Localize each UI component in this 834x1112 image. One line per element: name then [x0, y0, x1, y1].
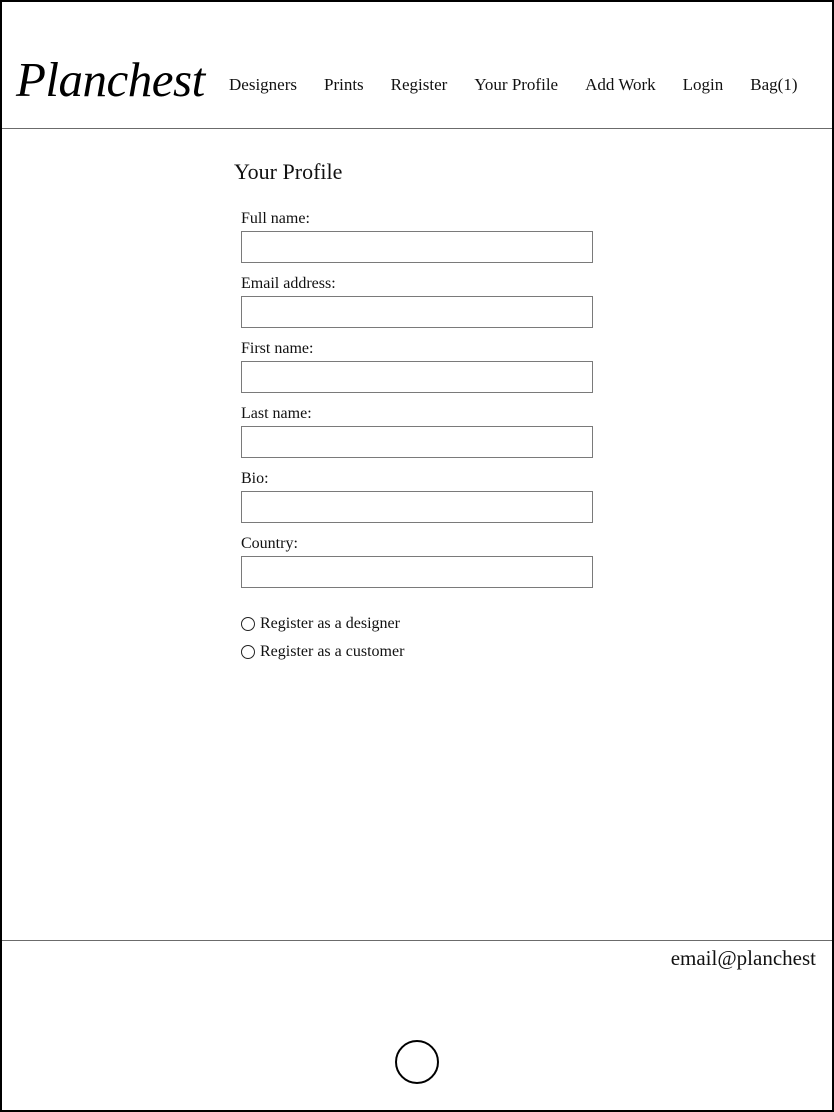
profile-page: Your Profile Full name: Email address: F… — [2, 129, 832, 939]
email-field: Email address: — [241, 273, 595, 338]
customer-radio-label[interactable]: Register as a customer — [260, 641, 404, 663]
bio-input[interactable] — [241, 491, 593, 523]
last-name-field: Last name: — [241, 403, 595, 468]
page-title: Your Profile — [234, 159, 343, 184]
customer-option[interactable]: Register as a customer — [241, 638, 595, 666]
bio-field: Bio: — [241, 468, 595, 533]
nav-item-your-profile[interactable]: Your Profile — [474, 72, 558, 98]
site-header: Planchest Designers Prints Register Your… — [2, 2, 832, 129]
footer-email[interactable]: email@planchest — [671, 943, 816, 973]
customer-radio[interactable] — [241, 645, 255, 659]
site-footer: email@planchest — [2, 940, 832, 1111]
account-type-radio-group: Register as a designer Register as a cus… — [241, 610, 595, 666]
designer-option[interactable]: Register as a designer — [241, 610, 595, 638]
main-nav: Designers Prints Register Your Profile A… — [229, 72, 798, 98]
country-field: Country: — [241, 533, 595, 598]
full-name-field: Full name: — [241, 208, 595, 273]
nav-item-prints[interactable]: Prints — [324, 72, 364, 98]
bio-label: Bio: — [241, 470, 269, 487]
country-label: Country: — [241, 535, 298, 552]
email-input[interactable] — [241, 296, 593, 328]
nav-item-add-work[interactable]: Add Work — [585, 72, 656, 98]
full-name-label: Full name: — [241, 210, 310, 227]
designer-radio[interactable] — [241, 617, 255, 631]
nav-item-login[interactable]: Login — [683, 72, 724, 98]
nav-item-designers[interactable]: Designers — [229, 72, 297, 98]
last-name-input[interactable] — [241, 426, 593, 458]
profile-form: Full name: Email address: First name: La… — [241, 208, 595, 666]
designer-radio-label[interactable]: Register as a designer — [260, 613, 400, 635]
home-button[interactable] — [395, 1040, 439, 1084]
first-name-input[interactable] — [241, 361, 593, 393]
first-name-field: First name: — [241, 338, 595, 403]
nav-item-bag[interactable]: Bag(1) — [750, 72, 797, 98]
site-logo[interactable]: Planchest — [16, 50, 205, 110]
last-name-label: Last name: — [241, 405, 312, 422]
first-name-label: First name: — [241, 340, 314, 357]
email-label: Email address: — [241, 275, 336, 292]
country-input[interactable] — [241, 556, 593, 588]
full-name-input[interactable] — [241, 231, 593, 263]
nav-item-register[interactable]: Register — [391, 72, 448, 98]
tablet-frame: Planchest Designers Prints Register Your… — [0, 0, 834, 1112]
